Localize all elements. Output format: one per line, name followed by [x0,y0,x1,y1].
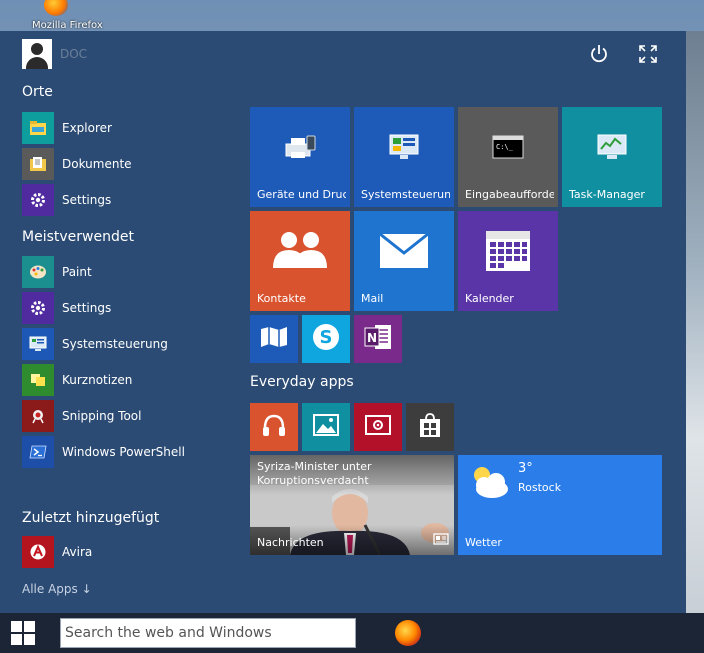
list-item-label: Explorer [62,121,112,135]
control-panel-icon [22,328,54,360]
tile-label: Wetter [465,536,502,549]
list-item-label: Kurznotizen [62,373,133,387]
skype-icon: S [311,322,341,356]
user-name: DOC [60,47,88,61]
group-title-everyday-apps: Everyday apps [250,374,354,390]
gear-icon [22,292,54,324]
list-item-label: Snipping Tool [62,409,142,423]
tile-maps[interactable] [250,315,298,363]
taskbar-firefox-icon[interactable] [395,620,421,646]
power-icon[interactable] [588,43,610,65]
tile-nachrichten[interactable]: Syriza-Minister unter Korruptionsverdach… [250,455,454,555]
photos-icon [313,414,339,440]
tile-music[interactable] [250,403,298,451]
printer-icon [283,132,317,166]
tile-label: Kontakte [257,292,306,305]
search-input[interactable] [61,619,355,647]
svg-text:S: S [320,327,333,348]
tile-task-manager[interactable]: Task-Manager [562,107,662,207]
control-panel-icon [387,132,421,166]
list-item-label: Settings [62,193,112,207]
list-item-paint[interactable]: Paint [22,256,232,288]
cloud-sun-icon [466,463,512,503]
list-item-avira[interactable]: Avira [22,536,232,568]
document-icon [22,148,54,180]
palette-icon [22,256,54,288]
tile-label: Task-Manager [569,188,645,201]
section-title-meistverwendet: Meistverwendet [22,229,134,245]
list-item-explorer[interactable]: Explorer [22,112,232,144]
video-icon [365,415,391,439]
command-prompt-icon: C:\_ [491,134,525,164]
tile-systemsteuerung[interactable]: Systemsteuerun [354,107,454,207]
list-item-dokumente[interactable]: Dokumente [22,148,232,180]
user-account[interactable]: DOC [22,39,87,69]
search-box[interactable] [60,618,356,648]
gear-icon [22,184,54,216]
tile-label: Nachrichten [257,536,324,549]
tile-label: Kalender [465,292,514,305]
onenote-icon: N [363,322,393,356]
tile-label: Eingabeaufforde [465,188,554,201]
desktop-background [686,31,704,613]
tile-photos[interactable] [302,403,350,451]
tile-kalender[interactable]: Kalender [458,211,558,311]
firefox-icon [44,0,68,16]
svg-text:N: N [367,331,377,345]
start-menu: DOC Orte Explorer Dokumente Settings Mei… [0,31,686,613]
list-item-systemsteuerung[interactable]: Systemsteuerung [22,328,232,360]
weather-city: Rostock [518,481,562,494]
list-item-settings[interactable]: Settings [22,292,232,324]
tile-geraete-und-drucker[interactable]: Geräte und Druc [250,107,350,207]
folder-icon [22,112,54,144]
people-icon [271,230,329,276]
list-item-windows-powershell[interactable]: Windows PowerShell [22,436,232,468]
all-apps-link[interactable]: Alle Apps ↓ [22,582,92,596]
tile-skype[interactable]: S [302,315,350,363]
avatar [22,39,52,69]
news-headline: Syriza-Minister unter Korruptionsverdach… [257,460,372,487]
task-manager-icon [595,132,629,166]
tile-kontakte[interactable]: Kontakte [250,211,350,311]
tile-mail[interactable]: Mail [354,211,454,311]
powershell-icon [22,436,54,468]
tile-video[interactable] [354,403,402,451]
section-title-zuletzt: Zuletzt hinzugefügt [22,510,160,526]
list-item-label: Avira [62,545,93,559]
avira-icon [22,536,54,568]
svg-text:C:\_: C:\_ [496,143,514,151]
start-button[interactable] [0,613,46,653]
list-item-label: Settings [62,301,112,315]
list-item-settings[interactable]: Settings [22,184,232,216]
headphones-icon [261,412,287,442]
list-item-label: Paint [62,265,92,279]
tile-label: Mail [361,292,384,305]
calendar-icon [485,230,531,276]
windows-logo-icon [11,621,35,645]
tile-eingabeaufforderung[interactable]: C:\_ Eingabeaufforde [458,107,558,207]
tile-label: Geräte und Druc [257,188,346,201]
section-title-orte: Orte [22,84,53,100]
scissors-icon [22,400,54,432]
list-item-snipping-tool[interactable]: Snipping Tool [22,400,232,432]
expand-icon[interactable] [637,43,659,65]
map-icon [260,326,288,352]
sticky-notes-icon [22,364,54,396]
list-item-label: Systemsteuerung [62,337,168,351]
desktop-icon-firefox[interactable]: Mozilla Firefox [30,0,103,31]
tile-wetter[interactable]: 3° Rostock Wetter [458,455,662,555]
tile-store[interactable] [406,403,454,451]
store-icon [418,412,442,442]
mail-icon [379,232,429,273]
list-item-label: Windows PowerShell [62,445,185,459]
tile-onenote[interactable]: N [354,315,402,363]
desktop-icon-label: Mozilla Firefox [32,20,103,31]
list-item-kurznotizen[interactable]: Kurznotizen [22,364,232,396]
tile-label: Systemsteuerun [361,188,450,201]
news-icon [433,530,449,549]
weather-temperature: 3° [518,461,533,476]
taskbar [0,613,704,653]
list-item-label: Dokumente [62,157,132,171]
